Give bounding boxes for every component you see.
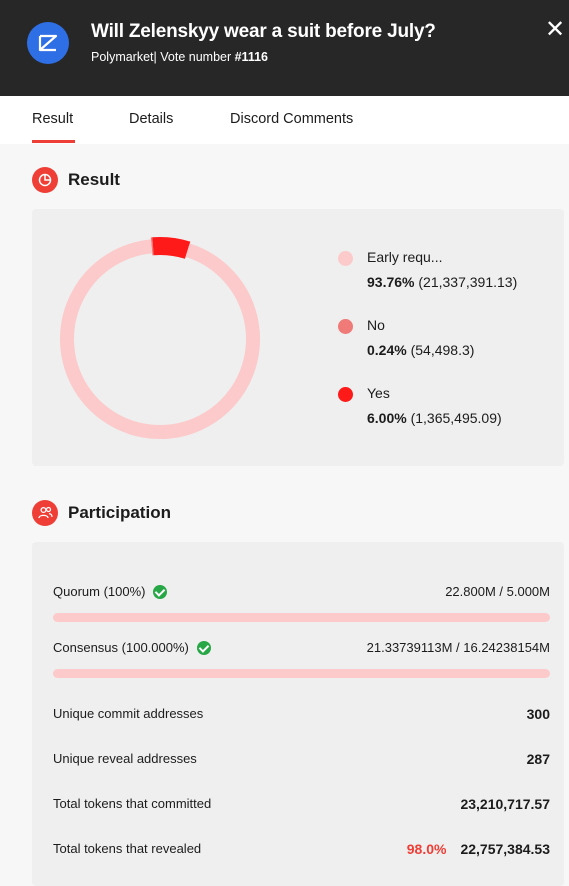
legend-dot-no xyxy=(338,319,353,334)
legend-dot-yes xyxy=(338,387,353,402)
quorum-label-wrap: Quorum (100%) xyxy=(53,584,168,599)
close-icon[interactable]: ✕ xyxy=(541,16,569,44)
legend-percent: 6.00% xyxy=(367,410,407,426)
users-icon xyxy=(32,500,58,526)
tab-discord-comments[interactable]: Discord Comments xyxy=(230,111,353,127)
stat-value: 300 xyxy=(526,706,550,722)
vote-prefix: | Vote number xyxy=(153,50,235,64)
vote-subtitle: Polymarket| Vote number #1116 xyxy=(91,50,268,64)
stat-label: Unique commit addresses xyxy=(53,706,204,721)
tab-result[interactable]: Result xyxy=(32,111,73,127)
result-section-title: Result xyxy=(68,170,120,189)
legend-name: Yes xyxy=(367,385,390,401)
logo-icon xyxy=(38,34,58,52)
stat-label: Total tokens that revealed xyxy=(53,841,202,856)
legend-amount: (21,337,391.13) xyxy=(418,274,518,290)
legend-percent: 93.76% xyxy=(367,274,415,290)
stat-value: 287 xyxy=(526,751,550,767)
consensus-label-wrap: Consensus (100.000%) xyxy=(53,640,211,655)
participation-section-header: Participation xyxy=(32,500,171,526)
vote-title: Will Zelenskyy wear a suit before July? xyxy=(91,21,436,42)
modal-header: Will Zelenskyy wear a suit before July? … xyxy=(0,0,569,96)
quorum-progress-bar xyxy=(53,613,550,622)
uma-logo xyxy=(27,22,69,64)
vote-number: #1116 xyxy=(234,50,268,64)
donut-slice-yes[interactable] xyxy=(152,237,191,259)
active-tab-indicator xyxy=(32,140,75,143)
pie-chart-icon xyxy=(32,167,58,193)
tab-bar: Result Details Discord Comments xyxy=(0,96,569,144)
source-label: Polymarket xyxy=(91,50,154,64)
stat-label: Unique reveal addresses xyxy=(53,751,197,766)
stat-value: 22,757,384.53 xyxy=(460,841,550,857)
consensus-value: 21.33739113M / 16.24238154M xyxy=(366,640,550,655)
result-card: Early requ... 93.76% (21,337,391.13) No … xyxy=(32,209,564,466)
legend-value: 0.24% (54,498.3) xyxy=(367,342,474,358)
legend-name: Early requ... xyxy=(367,249,443,265)
legend-value: 93.76% (21,337,391.13) xyxy=(367,274,517,290)
quorum-progress-fill xyxy=(53,613,550,622)
result-section-header: Result xyxy=(32,167,120,193)
participation-section-title: Participation xyxy=(68,503,171,522)
legend-dot-early-request xyxy=(338,251,353,266)
donut-slice-early-request[interactable] xyxy=(60,239,260,439)
stat-value: 23,210,717.57 xyxy=(460,796,550,812)
legend-name: No xyxy=(367,317,385,333)
consensus-label: Consensus (100.000%) xyxy=(53,640,189,655)
check-icon xyxy=(153,584,168,599)
result-donut-chart xyxy=(60,237,260,439)
tab-details[interactable]: Details xyxy=(129,111,173,127)
consensus-progress-fill xyxy=(53,669,550,678)
check-icon xyxy=(196,640,211,655)
stat-value-wrap: 98.0% 22,757,384.53 xyxy=(407,841,550,857)
reveal-percent: 98.0% xyxy=(406,841,447,857)
legend-value: 6.00% (1,365,495.09) xyxy=(367,410,502,426)
stat-label: Total tokens that committed xyxy=(53,796,212,811)
participation-card: Quorum (100%) 22.800M / 5.000M Consensus… xyxy=(32,542,564,886)
quorum-label: Quorum (100%) xyxy=(53,584,146,599)
legend-amount: (1,365,495.09) xyxy=(410,410,502,426)
legend-amount: (54,498.3) xyxy=(410,342,475,358)
legend-percent: 0.24% xyxy=(367,342,407,358)
consensus-progress-bar xyxy=(53,669,550,678)
quorum-value: 22.800M / 5.000M xyxy=(445,584,550,599)
